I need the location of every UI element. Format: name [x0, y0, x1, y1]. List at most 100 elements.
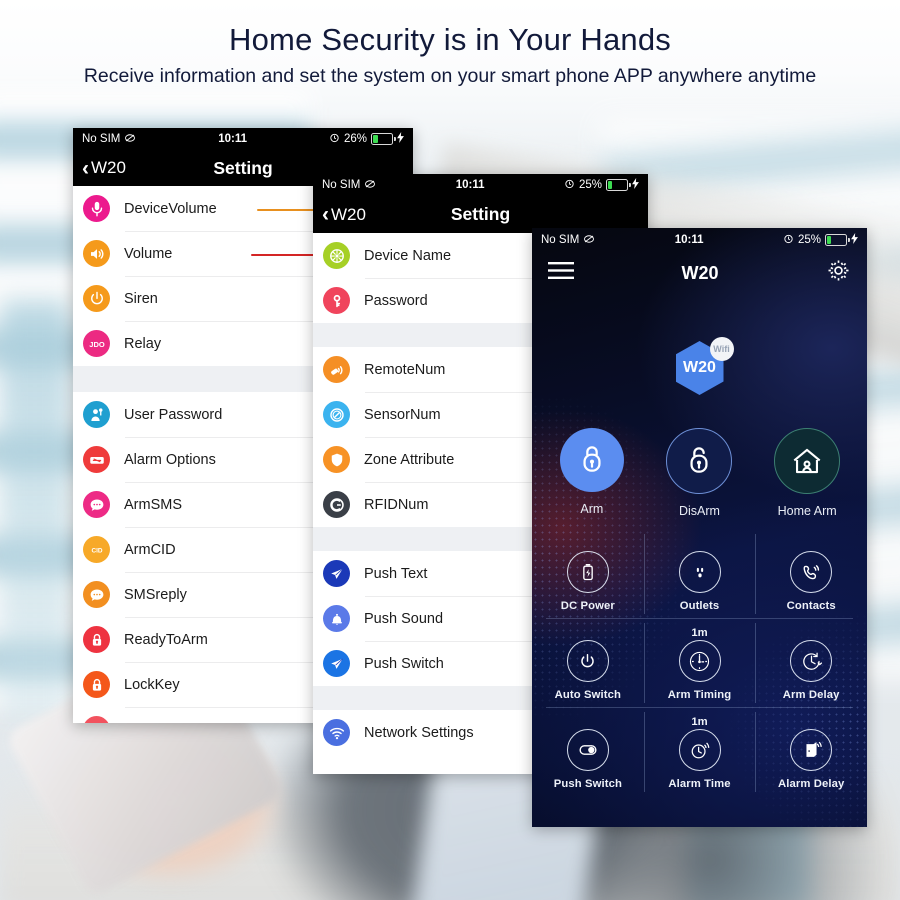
back-button[interactable]: ‹ W20 — [322, 204, 366, 225]
back-button[interactable]: ‹ W20 — [82, 158, 126, 179]
feature-grid-row: Push Switch 1m Alarm Time Alarm Delay — [532, 708, 867, 796]
status-bar: No SIM 10:11 25% — [313, 174, 648, 196]
battery-bolt-icon — [566, 551, 609, 593]
battery-icon — [606, 179, 631, 191]
feature-value — [532, 537, 644, 551]
clock-dial-icon — [678, 640, 721, 682]
clock-arrow-icon — [790, 640, 833, 682]
feature-cell-arm-delay[interactable]: Arm Delay — [755, 619, 867, 707]
bolt-icon — [851, 233, 858, 247]
device-badge[interactable]: W20 Wifi — [532, 337, 867, 395]
battery-percent: 26% — [343, 133, 367, 145]
headline-block: Home Security is in Your Hands Receive i… — [0, 0, 900, 88]
feature-cell-auto-switch[interactable]: Auto Switch — [532, 619, 644, 707]
lock-open-icon — [666, 428, 733, 494]
app-nav-bar: W20 — [532, 252, 867, 294]
grid-divider — [755, 534, 757, 614]
app-title: W20 — [681, 262, 719, 283]
list-item-label: Ringer Num — [124, 722, 201, 724]
carrier-label: No SIM — [541, 234, 580, 246]
feature-label: Arm Delay — [782, 689, 840, 701]
grid-divider — [755, 623, 757, 703]
grid-divider — [643, 534, 645, 614]
feature-grid-row: Auto Switch 1m Arm Timing Arm Delay — [532, 619, 867, 707]
primary-action-arm[interactable]: Arm — [542, 428, 642, 518]
feature-cell-dc-power[interactable]: DC Power — [532, 530, 644, 618]
list-item-label: Zone Attribute — [364, 451, 455, 468]
chevron-left-icon: ‹ — [82, 156, 89, 180]
feature-cell-arm-timing[interactable]: 1m Arm Timing — [643, 619, 756, 707]
grid-divider — [643, 623, 645, 703]
feature-label: Alarm Time — [668, 778, 731, 790]
list-item-label: Device Name — [364, 247, 452, 264]
list-item-label: Push Text — [364, 565, 428, 582]
chat-bubble-icon — [83, 491, 110, 518]
feature-cell-alarm-delay[interactable]: Alarm Delay — [755, 708, 867, 796]
remote-control-icon — [323, 356, 350, 383]
user-key-icon — [83, 401, 110, 428]
chevron-left-icon: ‹ — [322, 203, 329, 226]
primary-action-disarm[interactable]: DisArm — [649, 428, 749, 518]
status-left: No SIM — [322, 178, 376, 193]
status-bar: No SIM 10:11 26% — [73, 128, 413, 150]
phone-ring-icon — [790, 551, 833, 593]
list-item-label: ArmCID — [124, 541, 176, 558]
carrier-label: No SIM — [322, 179, 361, 191]
list-item-label: Volume — [124, 245, 173, 262]
feature-cell-contacts[interactable]: Contacts — [755, 530, 867, 618]
list-item-label: Alarm Options — [124, 451, 216, 468]
background-blue-panel-left — [0, 300, 70, 720]
primary-action-home-arm[interactable]: Home Arm — [757, 428, 857, 518]
paper-plane-icon — [323, 560, 350, 587]
feature-cell-outlets[interactable]: Outlets — [643, 530, 756, 618]
feature-grid[interactable]: DC Power Outlets Contacts Auto Switch 1m… — [532, 530, 867, 796]
key-icon — [323, 287, 350, 314]
status-bar: No SIM 10:11 25% — [532, 228, 867, 252]
alarm-clock-icon — [329, 132, 340, 146]
status-right: 26% — [329, 132, 404, 146]
wifi-off-icon — [124, 132, 136, 147]
feature-cell-push-switch[interactable]: Push Switch — [532, 708, 644, 796]
status-time: 10:11 — [674, 234, 704, 246]
rfid-icon — [323, 491, 350, 518]
grid-divider — [643, 712, 645, 792]
home-person-icon — [774, 428, 841, 494]
primary-action-label: DisArm — [679, 504, 720, 518]
status-left: No SIM — [541, 233, 595, 248]
bell-icon — [323, 605, 350, 632]
feature-value — [644, 537, 756, 551]
back-label: W20 — [91, 158, 126, 177]
feature-cell-alarm-time[interactable]: 1m Alarm Time — [643, 708, 756, 796]
list-item-label: Push Sound — [364, 610, 444, 627]
feature-label: Contacts — [786, 600, 836, 612]
feature-value: 1m — [691, 627, 708, 639]
power-icon — [566, 640, 609, 682]
list-item-label: RFIDNum — [364, 496, 429, 513]
list-item-label: Siren — [124, 290, 158, 307]
list-item-label: User Password — [124, 406, 223, 423]
battery-percent: 25% — [797, 234, 821, 246]
feature-value: 1m — [691, 716, 708, 728]
gear-icon[interactable] — [826, 258, 851, 288]
feature-value — [532, 715, 644, 729]
door-alarm-icon — [790, 729, 833, 771]
list-item-label: LockKey — [124, 676, 180, 693]
primary-action-row[interactable]: Arm DisArm Home Arm — [532, 428, 867, 518]
alarm-options-icon — [83, 446, 110, 473]
feature-label: Alarm Delay — [777, 778, 845, 790]
hamburger-menu-icon[interactable] — [548, 261, 574, 285]
grid-divider — [755, 712, 757, 792]
feature-label: Outlets — [679, 600, 720, 612]
feature-label: Arm Timing — [667, 689, 732, 701]
list-item-label: RemoteNum — [364, 361, 446, 378]
battery-percent: 25% — [578, 179, 602, 191]
list-item-label: SensorNum — [364, 406, 441, 423]
carrier-label: No SIM — [82, 133, 121, 145]
page-title: Home Security is in Your Hands — [229, 22, 671, 57]
power-outlet-icon — [678, 551, 721, 593]
feature-value — [755, 537, 867, 551]
battery-icon — [371, 133, 396, 145]
bolt-icon — [632, 178, 639, 192]
feature-label: Auto Switch — [554, 689, 622, 701]
feature-label: Push Switch — [553, 778, 622, 790]
